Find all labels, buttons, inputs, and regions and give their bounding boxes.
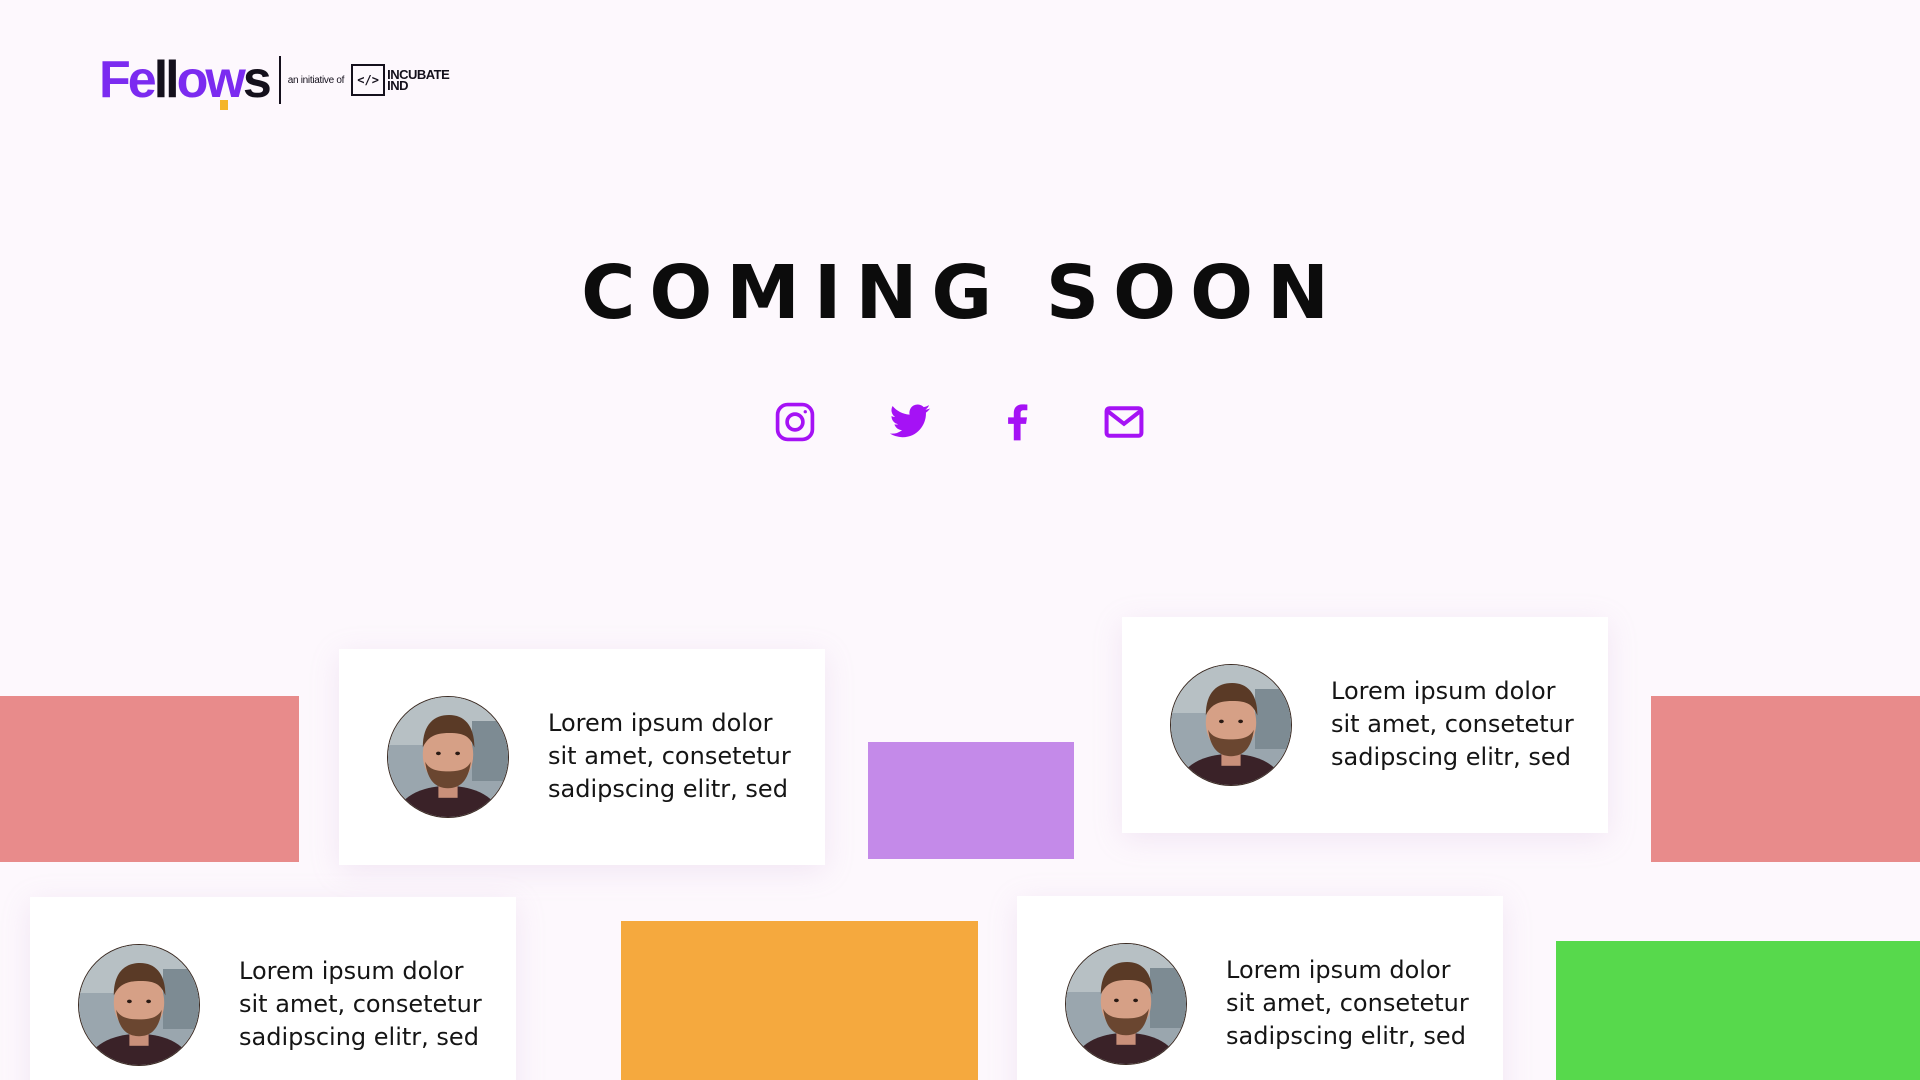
person-avatar-icon	[1066, 944, 1186, 1064]
mail-icon	[1104, 406, 1144, 438]
testimonial-card: Lorem ipsum dolor sit amet, consetetur s…	[1122, 617, 1608, 833]
logo-letters-ll: ll	[153, 51, 180, 109]
code-brackets-icon: </>	[351, 64, 386, 96]
initiative-label: an initiative of	[287, 74, 345, 86]
fellows-logo[interactable]: Fellows an initiative of </> INCUBATE IN…	[99, 51, 450, 110]
card-description: Lorem ipsum dolor sit amet, consetetur s…	[1331, 675, 1601, 774]
twitter-link[interactable]	[888, 400, 932, 444]
card-line: sit amet, consetetur	[1331, 710, 1574, 738]
person-avatar-icon	[79, 945, 199, 1065]
card-line: sadipscing elitr, sed	[239, 1023, 479, 1051]
card-line: sadipscing elitr, sed	[548, 775, 788, 803]
testimonial-card: Lorem ipsum dolor sit amet, consetetur s…	[1017, 896, 1503, 1080]
testimonial-card: Lorem ipsum dolor sit amet, consetetur s…	[339, 649, 825, 865]
facebook-icon	[1008, 404, 1028, 441]
twitter-icon	[889, 404, 931, 438]
avatar	[1170, 664, 1292, 786]
card-description: Lorem ipsum dolor sit amet, consetetur s…	[239, 955, 509, 1054]
decorative-block-purple	[868, 742, 1074, 859]
logo-wordmark: Fellows	[99, 51, 272, 110]
decorative-block-red-left	[0, 696, 299, 862]
card-line: Lorem ipsum dolor	[548, 709, 773, 737]
logo-letter-s: s	[242, 51, 272, 109]
avatar	[1065, 943, 1187, 1065]
testimonial-card: Lorem ipsum dolor sit amet, consetetur s…	[30, 897, 516, 1080]
logo-letter-o: o	[176, 51, 209, 109]
incubate-ind-wordmark: INCUBATE IND	[387, 68, 450, 92]
email-link[interactable]	[1102, 400, 1146, 444]
logo-accent-mark	[220, 100, 228, 110]
facebook-link[interactable]	[996, 400, 1040, 444]
decorative-block-orange	[621, 921, 978, 1080]
card-line: sadipscing elitr, sed	[1226, 1022, 1466, 1050]
incubate-ind-logo: </> INCUBATE IND	[351, 64, 450, 96]
avatar	[387, 696, 509, 818]
coming-soon-page: Fellows an initiative of </> INCUBATE IN…	[0, 0, 1920, 1080]
person-avatar-icon	[388, 697, 508, 817]
card-line: sadipscing elitr, sed	[1331, 743, 1571, 771]
card-line: Lorem ipsum dolor	[1226, 956, 1451, 984]
instagram-link[interactable]	[773, 400, 817, 444]
card-line: sit amet, consetetur	[548, 742, 791, 770]
card-line: Lorem ipsum dolor	[1331, 677, 1556, 705]
avatar	[78, 944, 200, 1066]
social-links	[0, 400, 1920, 448]
card-line: sit amet, consetetur	[1226, 989, 1469, 1017]
decorative-block-red-right	[1651, 696, 1920, 862]
card-line: Lorem ipsum dolor	[239, 957, 464, 985]
logo-letters-fe: Fe	[99, 51, 157, 109]
page-title: COMING SOON	[581, 250, 1343, 336]
person-avatar-icon	[1171, 665, 1291, 785]
card-line: sit amet, consetetur	[239, 990, 482, 1018]
card-description: Lorem ipsum dolor sit amet, consetetur s…	[1226, 954, 1496, 1053]
instagram-icon	[775, 402, 815, 442]
decorative-block-green	[1556, 941, 1920, 1080]
card-description: Lorem ipsum dolor sit amet, consetetur s…	[548, 707, 818, 806]
logo-divider	[278, 56, 281, 104]
